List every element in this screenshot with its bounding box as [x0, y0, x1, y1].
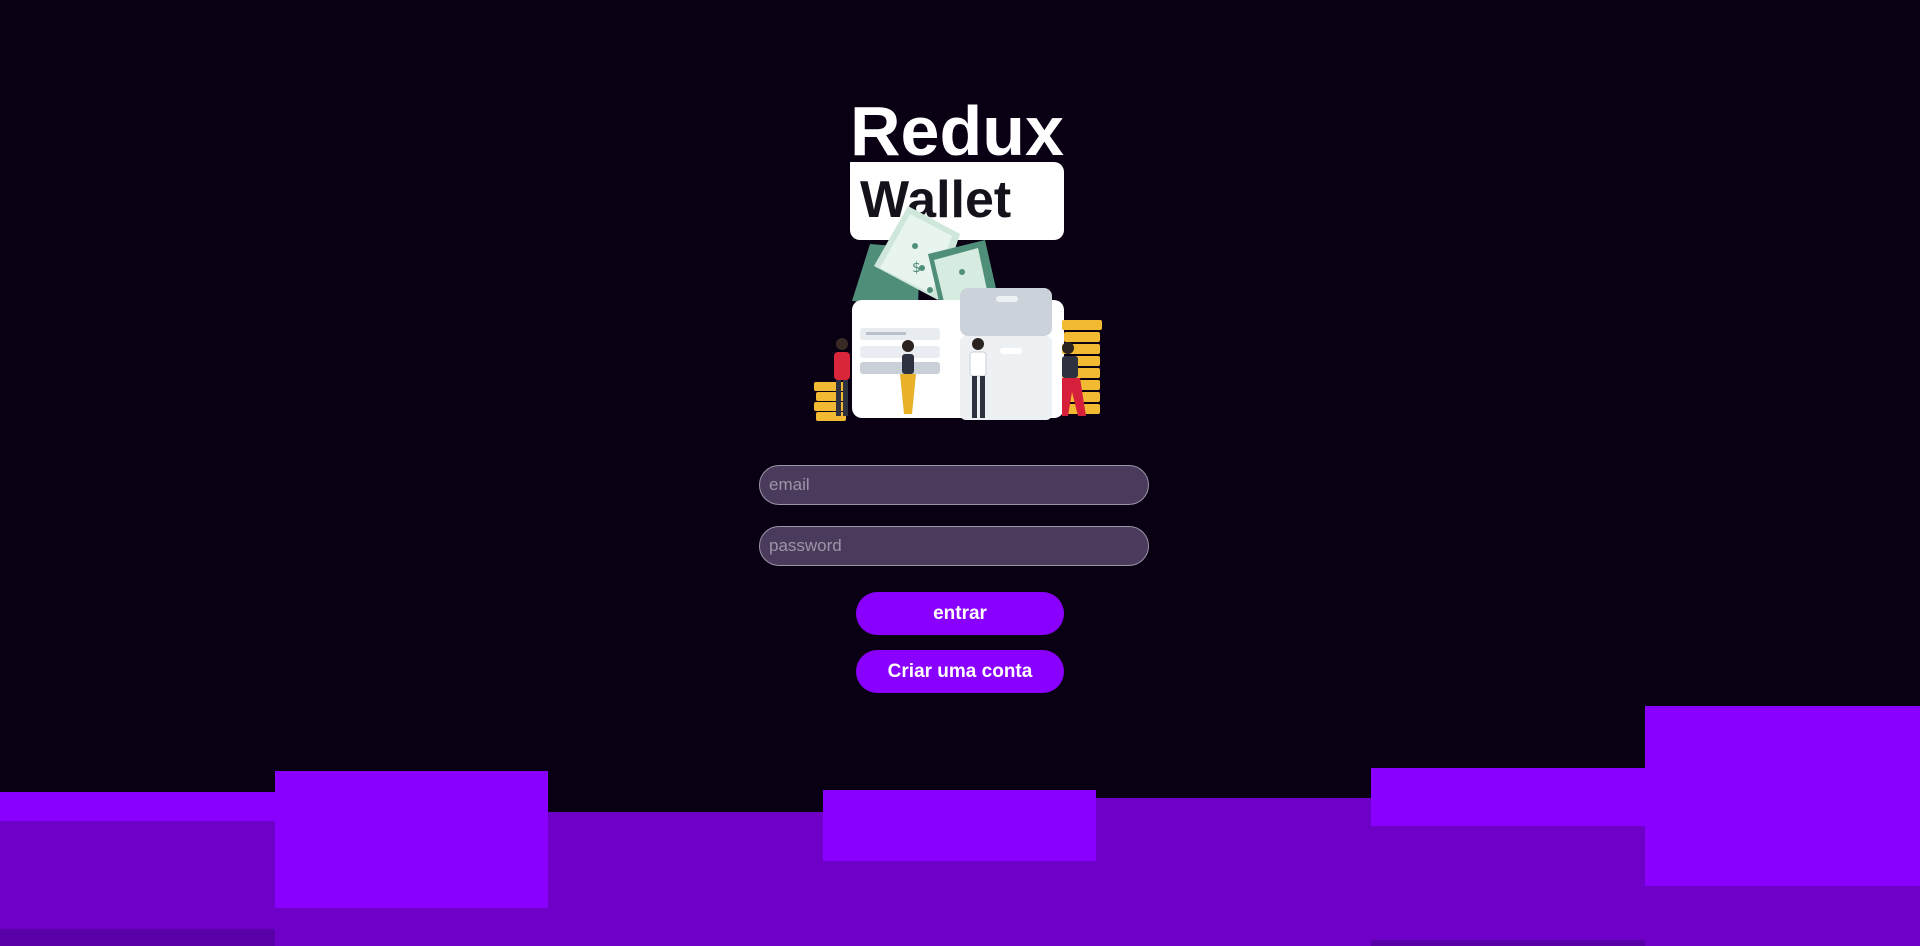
svg-text:$: $	[912, 260, 921, 276]
create-account-button[interactable]: Criar uma conta	[856, 650, 1064, 693]
logo-title-redux: Redux	[850, 92, 1064, 170]
wallet-illustration-icon: $	[814, 206, 1102, 421]
login-button[interactable]: entrar	[856, 592, 1064, 635]
password-input[interactable]	[759, 526, 1149, 566]
app-logo: Redux Wallet	[850, 92, 1064, 240]
login-page: Redux Wallet $ email entrar Criar uma co…	[0, 0, 1920, 946]
email-input[interactable]	[759, 465, 1149, 505]
